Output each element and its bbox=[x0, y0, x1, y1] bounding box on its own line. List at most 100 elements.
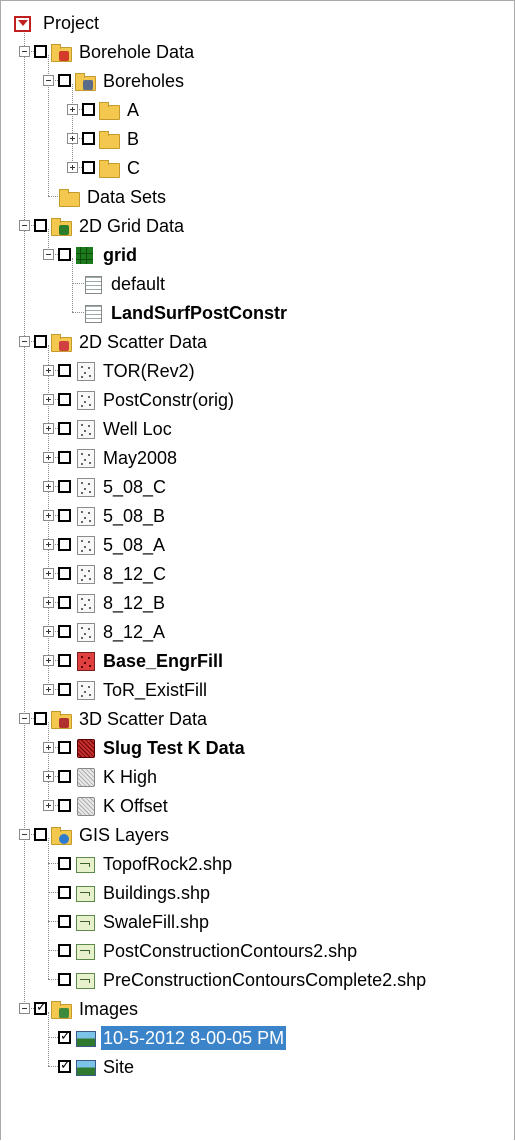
expand-icon[interactable] bbox=[43, 568, 54, 579]
visibility-checkbox[interactable] bbox=[58, 567, 71, 580]
visibility-checkbox[interactable] bbox=[58, 654, 71, 667]
visibility-checkbox[interactable]: ✓ bbox=[34, 1000, 47, 1015]
visibility-checkbox[interactable]: ✓ bbox=[58, 1058, 71, 1073]
scatter-icon bbox=[74, 564, 96, 584]
visibility-checkbox[interactable] bbox=[82, 161, 95, 174]
expand-icon[interactable] bbox=[43, 365, 54, 376]
tree-node-label: C bbox=[127, 157, 140, 178]
visibility-checkbox[interactable] bbox=[82, 103, 95, 116]
visibility-checkbox[interactable] bbox=[58, 364, 71, 377]
expand-icon[interactable] bbox=[43, 742, 54, 753]
visibility-checkbox[interactable] bbox=[58, 915, 71, 928]
tree-node-scatter-set[interactable]: 5_08_B bbox=[58, 501, 167, 530]
tree-node-3d-scatter-set[interactable]: K High bbox=[58, 762, 159, 791]
tree-node-boreholes[interactable]: Boreholes bbox=[58, 66, 186, 95]
collapse-icon[interactable] bbox=[19, 829, 30, 840]
expand-icon[interactable] bbox=[43, 771, 54, 782]
visibility-checkbox[interactable] bbox=[34, 335, 47, 348]
tree-node-borehole[interactable]: B bbox=[82, 124, 141, 153]
visibility-checkbox[interactable] bbox=[58, 596, 71, 609]
expand-icon[interactable] bbox=[43, 597, 54, 608]
tree-node-gis-layers[interactable]: GIS Layers bbox=[34, 820, 171, 849]
visibility-checkbox[interactable] bbox=[58, 538, 71, 551]
visibility-checkbox[interactable] bbox=[58, 451, 71, 464]
tree-node-scatter-set[interactable]: 5_08_A bbox=[58, 530, 167, 559]
visibility-checkbox[interactable] bbox=[58, 857, 71, 870]
tree-node-2d-grid-data[interactable]: 2D Grid Data bbox=[34, 211, 186, 240]
expand-icon[interactable] bbox=[43, 800, 54, 811]
visibility-checkbox[interactable] bbox=[58, 422, 71, 435]
collapse-icon[interactable] bbox=[19, 336, 30, 347]
tree-node-grid[interactable]: grid bbox=[58, 240, 139, 269]
tree-node-scatter-set[interactable]: PostConstr(orig) bbox=[58, 385, 236, 414]
expand-icon[interactable] bbox=[43, 481, 54, 492]
visibility-checkbox[interactable] bbox=[34, 828, 47, 841]
expand-icon[interactable] bbox=[67, 162, 78, 173]
tree-node-scatter-set[interactable]: Well Loc bbox=[58, 414, 174, 443]
tree-node-dataset[interactable]: default bbox=[82, 269, 167, 298]
tree-node-gis-layer[interactable]: PostConstructionContours2.shp bbox=[58, 936, 359, 965]
visibility-checkbox[interactable] bbox=[58, 973, 71, 986]
visibility-checkbox[interactable] bbox=[58, 741, 71, 754]
visibility-checkbox[interactable] bbox=[58, 248, 71, 261]
tree-node-scatter-set[interactable]: TOR(Rev2) bbox=[58, 356, 197, 385]
tree-node-dataset[interactable]: LandSurfPostConstr bbox=[82, 298, 289, 327]
visibility-checkbox[interactable] bbox=[58, 944, 71, 957]
visibility-checkbox[interactable] bbox=[58, 683, 71, 696]
visibility-checkbox[interactable] bbox=[58, 480, 71, 493]
tree-node-scatter-set[interactable]: 8_12_C bbox=[58, 559, 168, 588]
tree-node-image[interactable]: ✓ 10-5-2012 8-00-05 PM bbox=[58, 1023, 287, 1052]
tree-node-gis-layer[interactable]: PreConstructionContoursComplete2.shp bbox=[58, 965, 428, 994]
collapse-icon[interactable] bbox=[19, 220, 30, 231]
tree-node-data-sets[interactable]: Data Sets bbox=[58, 182, 168, 211]
tree-node-scatter-set[interactable]: May2008 bbox=[58, 443, 179, 472]
collapse-icon[interactable] bbox=[19, 46, 30, 57]
visibility-checkbox[interactable] bbox=[58, 886, 71, 899]
tree-node-3d-scatter-set[interactable]: Slug Test K Data bbox=[58, 733, 247, 762]
visibility-checkbox[interactable] bbox=[58, 770, 71, 783]
collapse-icon[interactable] bbox=[43, 75, 54, 86]
visibility-checkbox[interactable] bbox=[58, 74, 71, 87]
tree-node-3d-scatter-data[interactable]: 3D Scatter Data bbox=[34, 704, 209, 733]
expand-icon[interactable] bbox=[43, 684, 54, 695]
collapse-icon[interactable] bbox=[43, 249, 54, 260]
project-icon bbox=[14, 13, 36, 33]
visibility-checkbox[interactable] bbox=[34, 45, 47, 58]
tree-node-3d-scatter-set[interactable]: K Offset bbox=[58, 791, 170, 820]
visibility-checkbox[interactable] bbox=[82, 132, 95, 145]
tree-node-2d-scatter-data[interactable]: 2D Scatter Data bbox=[34, 327, 209, 356]
tree-node-scatter-set[interactable]: 8_12_B bbox=[58, 588, 167, 617]
tree-node-image[interactable]: ✓ Site bbox=[58, 1052, 136, 1081]
visibility-checkbox[interactable] bbox=[58, 625, 71, 638]
visibility-checkbox[interactable] bbox=[58, 393, 71, 406]
tree-node-scatter-set[interactable]: 8_12_A bbox=[58, 617, 167, 646]
project-tree[interactable]: Project Borehole Data Boreholes A B C Data Set… bbox=[0, 0, 515, 1141]
tree-node-gis-layer[interactable]: SwaleFill.shp bbox=[58, 907, 211, 936]
expand-icon[interactable] bbox=[43, 394, 54, 405]
tree-node-images[interactable]: ✓ Images bbox=[34, 994, 140, 1023]
collapse-icon[interactable] bbox=[19, 713, 30, 724]
visibility-checkbox[interactable]: ✓ bbox=[58, 1029, 71, 1044]
visibility-checkbox[interactable] bbox=[58, 509, 71, 522]
tree-node-scatter-set[interactable]: 5_08_C bbox=[58, 472, 168, 501]
visibility-checkbox[interactable] bbox=[34, 219, 47, 232]
tree-node-borehole-data[interactable]: Borehole Data bbox=[34, 37, 196, 66]
collapse-icon[interactable] bbox=[19, 1003, 30, 1014]
tree-node-scatter-set[interactable]: Base_EngrFill bbox=[58, 646, 225, 675]
expand-icon[interactable] bbox=[43, 655, 54, 666]
expand-icon[interactable] bbox=[67, 133, 78, 144]
tree-node-borehole[interactable]: A bbox=[82, 95, 141, 124]
tree-node-gis-layer[interactable]: Buildings.shp bbox=[58, 878, 212, 907]
expand-icon[interactable] bbox=[43, 423, 54, 434]
visibility-checkbox[interactable] bbox=[34, 712, 47, 725]
expand-icon[interactable] bbox=[43, 539, 54, 550]
tree-node-scatter-set[interactable]: ToR_ExistFill bbox=[58, 675, 209, 704]
tree-node-gis-layer[interactable]: TopofRock2.shp bbox=[58, 849, 234, 878]
expand-icon[interactable] bbox=[43, 452, 54, 463]
tree-node-borehole[interactable]: C bbox=[82, 153, 142, 182]
expand-icon[interactable] bbox=[67, 104, 78, 115]
expand-icon[interactable] bbox=[43, 626, 54, 637]
tree-node-project[interactable]: Project bbox=[14, 8, 101, 37]
expand-icon[interactable] bbox=[43, 510, 54, 521]
visibility-checkbox[interactable] bbox=[58, 799, 71, 812]
